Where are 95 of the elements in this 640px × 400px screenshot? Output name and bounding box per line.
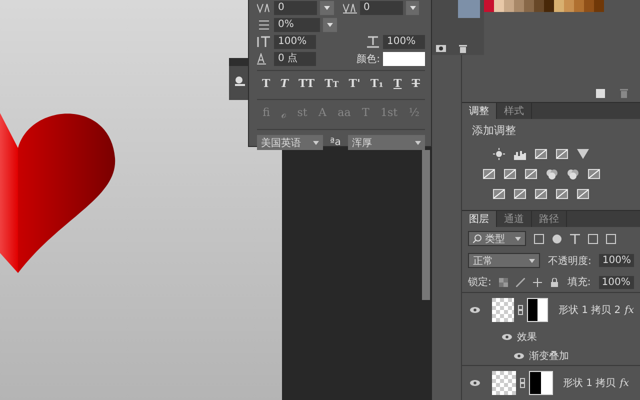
color-swatch[interactable] bbox=[383, 52, 425, 66]
effects-label: 效果 bbox=[517, 331, 537, 344]
color-swatch[interactable] bbox=[494, 0, 504, 12]
color-swatch[interactable] bbox=[564, 0, 574, 12]
panel-tab[interactable]: 路径 bbox=[532, 211, 567, 227]
updown-arrow-icon bbox=[415, 140, 421, 144]
checker-thumbnail bbox=[492, 371, 516, 395]
eye-icon[interactable] bbox=[470, 380, 480, 386]
link-icon[interactable] bbox=[520, 378, 525, 388]
circles-icon[interactable] bbox=[566, 168, 578, 180]
eye-icon[interactable] bbox=[514, 353, 524, 359]
text-style-button[interactable]: TT bbox=[298, 77, 315, 90]
panel-tab[interactable]: 调整 bbox=[462, 103, 497, 119]
horizontal-scale-field[interactable]: 100% bbox=[383, 35, 425, 49]
lock-label: 锁定: bbox=[468, 276, 492, 289]
move-icon[interactable] bbox=[533, 278, 542, 286]
circles-icon[interactable] bbox=[546, 168, 558, 180]
updown-arrow-icon bbox=[313, 140, 319, 144]
kerning-field[interactable]: 0 bbox=[274, 1, 318, 15]
blend-mode-dropdown[interactable]: 正常 bbox=[468, 253, 540, 268]
updown-arrow-icon bbox=[515, 236, 521, 240]
color-swatch[interactable] bbox=[514, 0, 524, 12]
eye-icon[interactable] bbox=[502, 334, 512, 340]
color-swatch[interactable] bbox=[554, 0, 564, 12]
antialias-icon: ªa bbox=[326, 137, 345, 148]
dropdown-value: 浑厚 bbox=[352, 136, 373, 150]
antialias-dropdown[interactable]: 浑厚 bbox=[348, 135, 425, 150]
fx-label: fx bbox=[624, 304, 634, 316]
filter-dropdown[interactable]: 类型 bbox=[468, 231, 526, 246]
checker-thumbnail bbox=[492, 298, 514, 322]
color-swatch[interactable] bbox=[574, 0, 584, 12]
dropdown-value: 类型 bbox=[485, 232, 506, 246]
text-style-button[interactable]: T bbox=[412, 77, 420, 90]
fill-label: 填充: bbox=[567, 276, 591, 289]
layer-name: 形状 1 拷贝 bbox=[563, 376, 616, 390]
layer-name: 形状 1 拷贝 2 bbox=[558, 304, 621, 317]
kerning-icon[interactable] bbox=[257, 2, 271, 14]
vertical-scale-field[interactable]: 100% bbox=[274, 35, 316, 49]
vertical-scale-icon[interactable] bbox=[257, 36, 271, 48]
mask-thumbnail bbox=[529, 371, 553, 395]
brush-icon[interactable] bbox=[516, 278, 526, 286]
text-style-button[interactable]: T bbox=[280, 77, 288, 90]
color-swatch[interactable] bbox=[594, 0, 604, 12]
panel-tab[interactable]: 图层 bbox=[462, 211, 497, 227]
horizontal-scale-icon[interactable] bbox=[366, 36, 380, 48]
gradient-square-icon[interactable] bbox=[514, 188, 526, 200]
histogram-icon[interactable] bbox=[514, 148, 526, 160]
gradient-square-icon[interactable] bbox=[493, 188, 505, 200]
panel-tab[interactable]: 通道 bbox=[497, 211, 532, 227]
text-style-button[interactable]: T₁ bbox=[370, 77, 384, 90]
tsume-field[interactable]: 0% bbox=[274, 18, 320, 32]
circle-icon[interactable] bbox=[552, 234, 562, 244]
link-icon[interactable] bbox=[518, 305, 523, 315]
camera-icon[interactable] bbox=[436, 44, 446, 52]
tsume-icon[interactable] bbox=[257, 19, 271, 31]
gradient-square-icon[interactable] bbox=[556, 148, 568, 160]
opacity-field[interactable]: 100% bbox=[599, 254, 634, 267]
scrollbar[interactable] bbox=[422, 150, 430, 300]
trash-icon[interactable] bbox=[459, 44, 467, 53]
mask-thumbnail bbox=[526, 298, 548, 322]
dropdown-value: 正常 bbox=[473, 254, 494, 268]
text-style-button[interactable]: T bbox=[262, 77, 270, 90]
text-style-button[interactable]: Tт bbox=[324, 77, 339, 90]
color-label: 颜色: bbox=[356, 52, 380, 66]
color-swatch[interactable] bbox=[544, 0, 554, 12]
tracking-icon[interactable] bbox=[342, 2, 356, 14]
color-swatch[interactable] bbox=[534, 0, 544, 12]
type-icon[interactable] bbox=[570, 234, 580, 244]
eye-icon[interactable] bbox=[470, 307, 480, 313]
language-dropdown[interactable]: 美国英语 bbox=[257, 135, 323, 150]
opacity-label: 不透明度: bbox=[548, 254, 592, 268]
checker-icon[interactable] bbox=[499, 278, 508, 286]
text-style-button[interactable]: T bbox=[393, 77, 402, 90]
updown-arrow-icon bbox=[529, 258, 536, 262]
fill-field[interactable]: 100% bbox=[598, 276, 634, 288]
baseline-shift-field[interactable]: 0 点 bbox=[274, 52, 316, 66]
lock-icon[interactable] bbox=[550, 278, 560, 286]
panel-tab[interactable]: 样式 bbox=[497, 103, 532, 119]
fx-label: fx bbox=[620, 378, 630, 388]
color-swatch[interactable] bbox=[484, 0, 494, 12]
sun-icon[interactable] bbox=[493, 148, 505, 160]
gradient-square-icon[interactable] bbox=[577, 188, 589, 200]
dropdown-value: 美国英语 bbox=[261, 136, 302, 150]
color-swatch[interactable] bbox=[584, 0, 594, 12]
effect-name: 渐变叠加 bbox=[529, 350, 569, 363]
color-swatch[interactable] bbox=[504, 0, 514, 12]
panel-heading: 添加调整 bbox=[471, 123, 517, 139]
color-swatch[interactable] bbox=[524, 0, 534, 12]
tracking-field[interactable]: 0 bbox=[360, 1, 403, 15]
gradient-square-icon[interactable] bbox=[482, 168, 494, 180]
preview-thumbnail bbox=[458, 0, 480, 18]
search-icon[interactable] bbox=[473, 234, 482, 243]
gradient-square-icon[interactable] bbox=[535, 188, 547, 200]
triangle-icon[interactable] bbox=[577, 148, 589, 160]
text-style-button[interactable]: T' bbox=[348, 77, 360, 90]
